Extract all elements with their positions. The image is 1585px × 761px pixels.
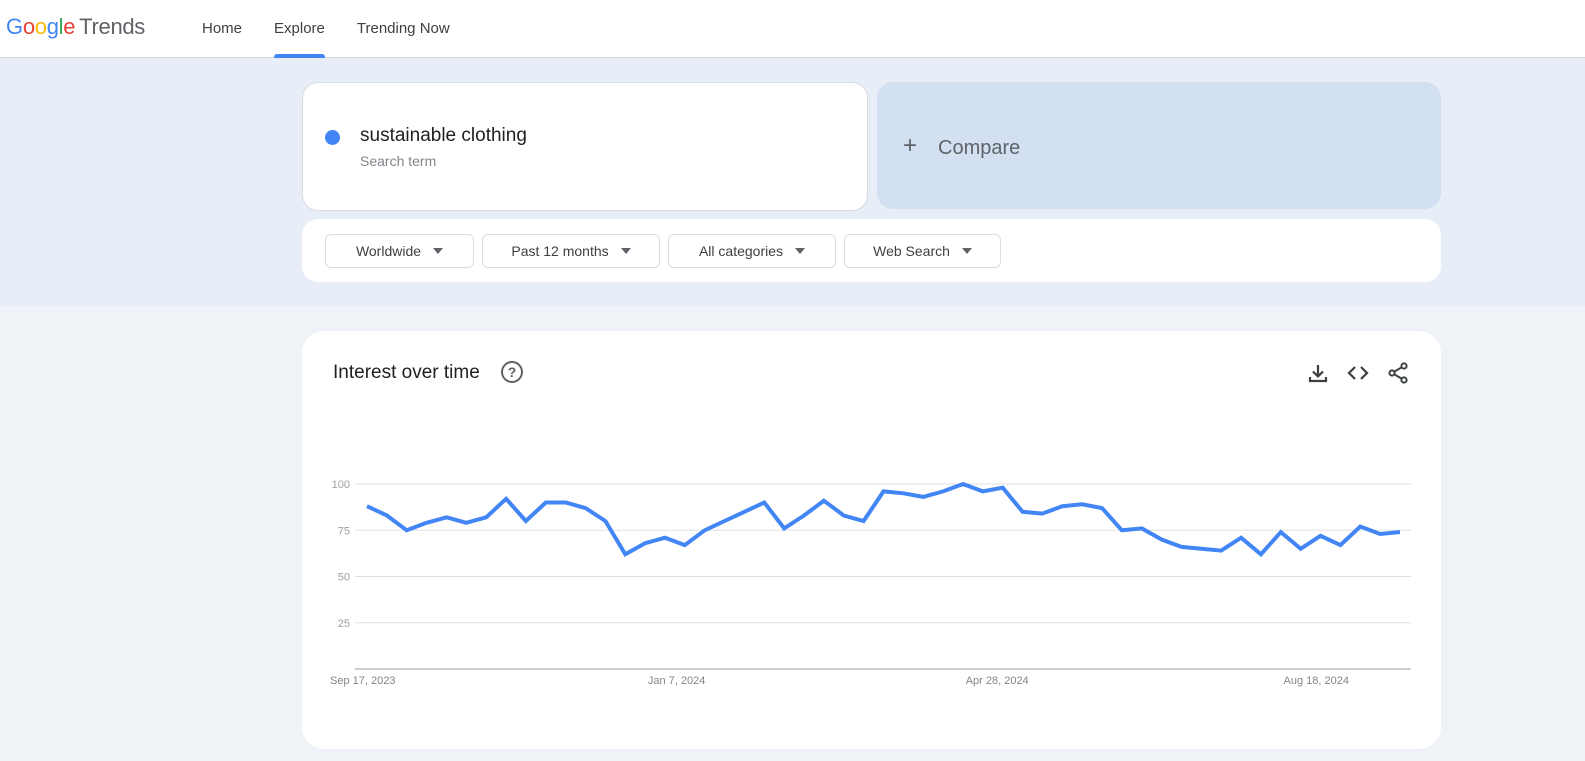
data-point[interactable]	[838, 509, 850, 521]
data-point[interactable]	[361, 500, 373, 512]
data-point[interactable]	[1136, 522, 1148, 534]
logo-product-name: Trends	[79, 14, 146, 39]
compare-label: Compare	[938, 137, 1021, 159]
data-point[interactable]	[1076, 498, 1088, 510]
data-point[interactable]	[878, 485, 890, 497]
nav-home[interactable]: Home	[202, 0, 242, 58]
nav-explore-label: Explore	[274, 20, 325, 37]
data-point[interactable]	[1295, 543, 1307, 555]
logo-letter: o	[34, 14, 47, 39]
data-point[interactable]	[381, 509, 393, 521]
data-point[interactable]	[798, 509, 810, 521]
data-point[interactable]	[1374, 528, 1386, 540]
interest-line-chart: 25 50 75 100 Sep 17, 2023 Jan 7, 2024 Apr 28, …	[330, 478, 1411, 687]
interest-over-time-card: Interest over time ? 25 50 75 100 Sep 17, 20…	[302, 331, 1441, 749]
filter-bar: Worldwide Past 12 months All categories …	[302, 219, 1441, 282]
data-point[interactable]	[897, 487, 909, 499]
data-point[interactable]	[540, 497, 552, 509]
data-point[interactable]	[1215, 545, 1227, 557]
data-point[interactable]	[679, 539, 691, 551]
caret-down-icon	[620, 248, 631, 254]
logo-letter: G	[6, 14, 23, 39]
filter-time-range[interactable]: Past 12 months	[482, 234, 660, 268]
data-point[interactable]	[440, 511, 452, 523]
x-tick-label: Aug 18, 2024	[1284, 675, 1349, 687]
filter-location-label: Worldwide	[355, 243, 422, 259]
x-tick-label: Jan 7, 2024	[648, 675, 706, 687]
data-point[interactable]	[758, 497, 770, 509]
data-point[interactable]	[520, 515, 532, 527]
data-point[interactable]	[1156, 534, 1168, 546]
data-point[interactable]	[1175, 541, 1187, 553]
filter-time-range-label: Past 12 months	[511, 243, 609, 259]
filter-category[interactable]: All categories	[668, 234, 836, 268]
data-point[interactable]	[421, 517, 433, 529]
data-point[interactable]	[1235, 532, 1247, 544]
data-point[interactable]	[1116, 524, 1128, 536]
y-tick-label: 100	[332, 479, 350, 491]
data-point[interactable]	[460, 517, 472, 529]
search-term-card[interactable]: sustainable clothing Search term	[302, 82, 868, 211]
data-point[interactable]	[1096, 502, 1108, 514]
nav-trending-now[interactable]: Trending Now	[357, 0, 450, 58]
search-term-name[interactable]: sustainable clothing	[360, 125, 527, 147]
caret-down-icon	[961, 248, 972, 254]
data-point[interactable]	[818, 495, 830, 507]
x-tick-label: Apr 28, 2024	[966, 675, 1029, 687]
search-term-type: Search term	[360, 153, 437, 169]
data-point[interactable]	[659, 532, 671, 544]
data-point[interactable]	[500, 493, 512, 505]
data-point[interactable]	[599, 515, 611, 527]
x-tick-label: Sep 17, 2023	[330, 675, 395, 687]
data-point[interactable]	[1354, 521, 1366, 533]
plus-icon: +	[903, 132, 918, 159]
data-point[interactable]	[858, 515, 870, 527]
logo-letter: o	[22, 14, 35, 39]
data-point[interactable]	[1275, 526, 1287, 538]
top-app-bar: Google Trends Home Explore Trending Now	[0, 0, 1585, 58]
logo-letter: e	[63, 14, 76, 39]
data-point[interactable]	[1056, 500, 1068, 512]
y-tick-label: 75	[338, 525, 350, 537]
data-point[interactable]	[957, 478, 969, 490]
nav-trending-now-label: Trending Now	[356, 20, 450, 37]
filter-location[interactable]: Worldwide	[325, 234, 474, 268]
data-point[interactable]	[997, 482, 1009, 494]
nav-home-label: Home	[202, 20, 243, 37]
caret-down-icon	[433, 248, 444, 254]
data-point[interactable]	[699, 524, 711, 536]
main-nav: Home Explore Trending Now	[202, 0, 482, 58]
filter-category-label: All categories	[698, 243, 784, 259]
y-tick-label: 25	[338, 618, 350, 630]
logo-letter: g	[46, 14, 59, 39]
data-point[interactable]	[738, 506, 750, 518]
y-tick-label: 50	[338, 572, 350, 584]
data-point[interactable]	[480, 511, 492, 523]
caret-down-icon	[795, 248, 806, 254]
data-point[interactable]	[401, 524, 413, 536]
data-point[interactable]	[1394, 526, 1406, 538]
nav-explore[interactable]: Explore	[274, 0, 325, 58]
term-color-dot	[325, 130, 340, 145]
data-point[interactable]	[560, 497, 572, 509]
data-point[interactable]	[778, 522, 790, 534]
data-point[interactable]	[619, 548, 631, 560]
data-point[interactable]	[1195, 543, 1207, 555]
data-point[interactable]	[1036, 508, 1048, 520]
data-point[interactable]	[977, 485, 989, 497]
data-point[interactable]	[1255, 548, 1267, 560]
google-trends-logo[interactable]: Google Trends	[6, 14, 145, 40]
filter-search-type[interactable]: Web Search	[844, 234, 1001, 268]
data-point[interactable]	[580, 502, 592, 514]
data-point[interactable]	[1315, 530, 1327, 542]
data-point[interactable]	[1017, 506, 1029, 518]
compare-button[interactable]: + Compare	[877, 82, 1441, 209]
data-point[interactable]	[937, 485, 949, 497]
data-point[interactable]	[1334, 539, 1346, 551]
filter-search-type-label: Web Search	[873, 243, 950, 259]
data-point[interactable]	[719, 515, 731, 527]
data-point[interactable]	[639, 537, 651, 549]
data-point[interactable]	[917, 491, 929, 503]
